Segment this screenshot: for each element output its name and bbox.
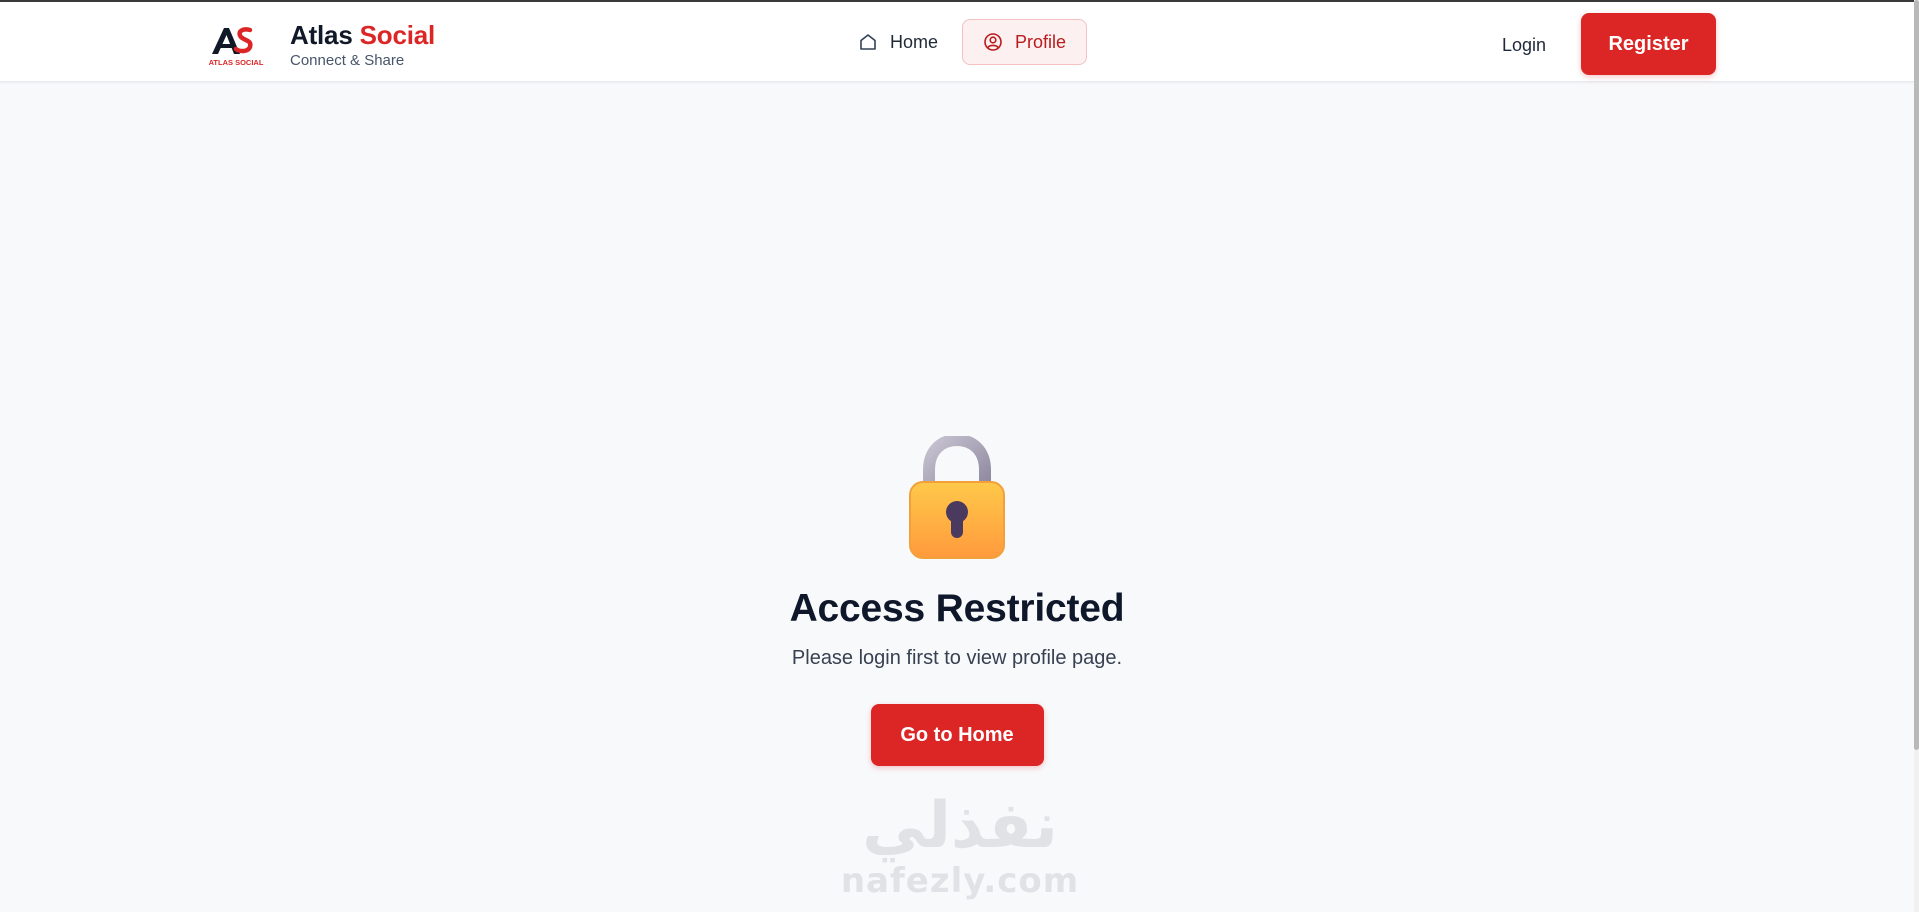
brand[interactable]: ATLAS SOCIAL Atlas Social Connect & Shar… bbox=[206, 20, 436, 69]
nav-profile-label: Profile bbox=[1015, 31, 1067, 52]
site-header: ATLAS SOCIAL Atlas Social Connect & Shar… bbox=[0, 2, 1914, 82]
scrollbar-thumb[interactable] bbox=[1914, 0, 1919, 750]
brand-title: Atlas Social bbox=[290, 20, 435, 50]
nav-home[interactable]: Home bbox=[838, 19, 958, 65]
register-button[interactable]: Register bbox=[1581, 13, 1716, 75]
login-button[interactable]: Login bbox=[1486, 22, 1562, 68]
access-restricted-panel: Access Restricted Please login first to … bbox=[0, 433, 1914, 766]
user-circle-icon bbox=[983, 32, 1003, 52]
restricted-message: Please login first to view profile page. bbox=[791, 647, 1123, 669]
brand-logo: ATLAS SOCIAL bbox=[206, 22, 266, 68]
page-title: Access Restricted bbox=[789, 587, 1125, 630]
watermark: نفذلي nafezly.com bbox=[840, 790, 1080, 912]
brand-tagline: Connect & Share bbox=[290, 52, 405, 69]
watermark-latin: nafezly.com bbox=[840, 861, 1080, 901]
logo-caption: ATLAS SOCIAL bbox=[209, 58, 264, 67]
brand-title-atlas: Atlas bbox=[290, 20, 353, 50]
go-home-button[interactable]: Go to Home bbox=[870, 704, 1044, 766]
watermark-arabic: نفذلي bbox=[862, 789, 1058, 863]
brand-title-social: Social bbox=[359, 20, 436, 50]
main-nav: Home Profile bbox=[838, 19, 1088, 65]
home-icon bbox=[858, 32, 878, 52]
brand-text: Atlas Social Connect & Share bbox=[290, 20, 435, 69]
padlock-icon bbox=[902, 433, 1012, 561]
nav-profile[interactable]: Profile bbox=[962, 19, 1088, 65]
nav-home-label: Home bbox=[890, 31, 939, 52]
